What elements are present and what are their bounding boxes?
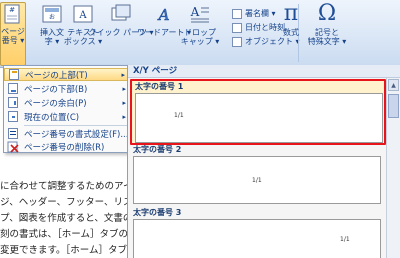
- page-bottom-icon: [6, 83, 20, 95]
- symbol-label-1: 記号と: [315, 28, 339, 37]
- document-line: プ、図表を作成すると、文書の: [0, 213, 133, 224]
- page-number-gallery: X/Y ページ 太字の番号 1 1/1 太字の番号 2 1/1 太字の番号 3 …: [127, 65, 400, 258]
- equation-label: 数式: [283, 28, 299, 37]
- textbox-label-2: ボックス ▾: [63, 37, 103, 46]
- signature-label: 署名欄 ▾: [245, 9, 276, 18]
- object-label: オブジェクト ▾: [245, 37, 300, 46]
- current-position-icon: [6, 111, 20, 123]
- submenu-arrow-icon: ▸: [122, 112, 126, 121]
- menu-item-page-top[interactable]: ページの上部(T) ▸: [4, 68, 130, 81]
- submenu-arrow-icon: ▸: [121, 70, 125, 79]
- quickparts-icon: [109, 2, 133, 26]
- page-number-button[interactable]: # ページ 番号 ▾: [0, 2, 26, 66]
- page-top-icon: [7, 69, 21, 81]
- pi-icon: π: [283, 1, 299, 26]
- calendar-icon: [232, 22, 242, 33]
- delete-page-number-icon: [6, 141, 20, 153]
- object-icon: [232, 36, 242, 47]
- svg-text:A: A: [190, 5, 200, 19]
- gallery-item-label: 太字の番号 1: [135, 82, 184, 91]
- menu-item-format[interactable]: ページ番号の書式設定(F)...: [4, 127, 130, 140]
- page-number-label-1: ページ: [1, 27, 25, 36]
- signature-icon: [232, 8, 242, 19]
- scroll-up-icon[interactable]: ▲: [388, 79, 399, 91]
- signature-line-button[interactable]: 署名欄 ▾: [232, 8, 276, 19]
- gallery-item-preview: 1/1: [133, 219, 381, 258]
- wordart-button[interactable]: A ワードアート ▾: [137, 2, 191, 37]
- gallery-scrollbar[interactable]: ▲: [386, 78, 400, 258]
- gallery-item-bold-number-2[interactable]: 太字の番号 2 1/1: [130, 144, 386, 204]
- document-line: 変更できます。［ホーム］タブの: [0, 245, 137, 256]
- gallery-item-label: 太字の番号 2: [133, 145, 182, 154]
- submenu-arrow-icon: ▸: [122, 98, 126, 107]
- gallery-item-bold-number-3[interactable]: 太字の番号 3 1/1: [130, 207, 386, 258]
- omega-icon: Ω: [317, 1, 337, 26]
- scrollbar-thumb[interactable]: [388, 94, 399, 118]
- symbol-label-2: 特殊文字 ▾: [307, 37, 347, 46]
- wordart-label: ワードアート ▾: [136, 28, 192, 37]
- page-number-icon: #: [3, 3, 23, 25]
- preview-page-number: 1/1: [252, 177, 262, 184]
- menu-item-current-position[interactable]: 現在の位置(C) ▸: [4, 110, 130, 123]
- textbox-icon: A: [71, 2, 95, 26]
- format-icon: [6, 128, 20, 140]
- object-button[interactable]: オブジェクト ▾: [232, 36, 300, 47]
- menu-item-label: ページ番号の書式設定(F)...: [24, 129, 129, 140]
- svg-text:A: A: [78, 10, 87, 21]
- dropcap-label-1: ドロップ: [184, 28, 216, 37]
- menu-item-label: ページの上部(T): [25, 70, 88, 81]
- gallery-item-bold-number-1[interactable]: 太字の番号 1 1/1: [130, 79, 386, 145]
- dropcap-label-2: キャップ ▾: [180, 37, 220, 46]
- gallery-item-preview: 1/1: [133, 156, 381, 204]
- document-line: 刻の書式は、［ホーム］タブのク: [0, 229, 138, 240]
- header-footer-label-2: 字 ▾: [44, 37, 60, 46]
- menu-item-label: ページ番号の削除(R): [24, 142, 105, 153]
- menu-item-page-bottom[interactable]: ページの下部(B) ▸: [4, 82, 130, 95]
- menu-item-label: ページの下部(B): [24, 84, 88, 95]
- menu-item-label: 現在の位置(C): [24, 112, 80, 123]
- menu-separator: [24, 125, 128, 126]
- svg-text:A: A: [157, 6, 170, 24]
- equation-button[interactable]: π 数式: [276, 1, 306, 38]
- document-line: ジ、ヘッダー、フッター、リスト: [0, 197, 143, 208]
- gallery-item-label: 太字の番号 3: [133, 208, 182, 217]
- ribbon: # ページ 番号 ▾ お 挿入文 字 ▾ A テキスト ボックス ▾ クイック …: [0, 0, 400, 68]
- dropcap-button[interactable]: A ドロップ キャップ ▾: [181, 2, 220, 46]
- symbol-button[interactable]: Ω 記号と 特殊文字 ▾: [306, 1, 348, 47]
- page-margin-icon: [6, 97, 20, 109]
- textbox-button[interactable]: A テキスト ボックス ▾: [63, 2, 103, 46]
- page-number-menu: ページの上部(T) ▸ ページの下部(B) ▸ ページの余白(P) ▸ 現在の位…: [3, 65, 131, 153]
- document-line: に合わせて調整するためのアイ: [0, 181, 133, 192]
- menu-item-page-margin[interactable]: ページの余白(P) ▸: [4, 96, 130, 109]
- gallery-item-preview: 1/1: [135, 93, 383, 143]
- menu-item-delete[interactable]: ページ番号の削除(R): [4, 140, 130, 153]
- svg-text:お: お: [49, 14, 55, 21]
- page-number-label-2: 番号 ▾: [1, 36, 25, 45]
- header-icon: お: [40, 2, 64, 26]
- preview-page-number: 1/1: [340, 236, 350, 243]
- menu-item-label: ページの余白(P): [24, 98, 87, 109]
- dropcap-icon: A: [188, 2, 212, 26]
- wordart-icon: A: [152, 2, 176, 26]
- submenu-arrow-icon: ▸: [122, 84, 126, 93]
- svg-text:#: #: [9, 6, 15, 14]
- preview-page-number: 1/1: [174, 112, 184, 119]
- gallery-header: X/Y ページ: [128, 65, 400, 78]
- header-footer-label-1: 挿入文: [40, 28, 64, 37]
